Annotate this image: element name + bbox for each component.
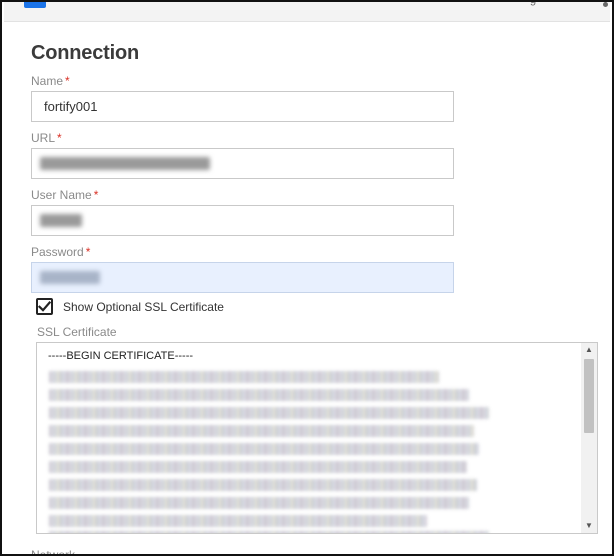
redacted-certificate-line [49, 479, 477, 491]
redacted-password-value [40, 271, 100, 284]
redacted-certificate-line [49, 371, 439, 383]
url-label: URL * [31, 131, 62, 145]
dialog-frame: g Connection Name * fortify001 URL * User … [0, 0, 614, 556]
required-marker: * [85, 245, 91, 259]
top-bar: g [4, 2, 610, 22]
redacted-certificate-line [49, 515, 427, 527]
certificate-first-line: -----BEGIN CERTIFICATE----- [48, 350, 194, 362]
redacted-certificate-line [49, 407, 489, 419]
ssl-checkbox-label[interactable]: Show Optional SSL Certificate [63, 300, 224, 314]
redacted-certificate-line [49, 389, 469, 401]
redacted-certificate-line [49, 461, 467, 473]
redacted-username-value [40, 214, 82, 227]
redacted-certificate-line [49, 497, 469, 509]
name-input[interactable]: fortify001 [31, 91, 454, 122]
triangle-up-icon[interactable]: ▲ [581, 343, 597, 357]
top-bar-text-fragment: g [530, 0, 537, 6]
required-marker: * [65, 74, 70, 88]
redacted-certificate-line [49, 443, 479, 455]
password-label-text: Password [31, 245, 84, 259]
section-title: Connection [31, 42, 139, 64]
redacted-certificate-line [49, 425, 474, 437]
username-label-text: User Name [31, 188, 92, 202]
ssl-certificate-label: SSL Certificate [37, 325, 117, 339]
network-section-label: Network [31, 548, 76, 556]
brand-mark [24, 2, 46, 8]
ssl-certificate-textarea[interactable]: -----BEGIN CERTIFICATE----- ▲ ▼ [36, 342, 598, 534]
redacted-url-value [40, 157, 210, 170]
name-input-value: fortify001 [44, 99, 98, 114]
name-label-text: Name [31, 74, 64, 88]
ssl-checkbox[interactable] [36, 298, 53, 315]
url-input[interactable] [31, 148, 454, 179]
scrollbar-thumb[interactable] [584, 359, 594, 433]
username-input[interactable] [31, 205, 454, 236]
check-icon [38, 301, 51, 312]
more-icon[interactable] [603, 2, 608, 7]
url-label-text: URL [31, 131, 56, 145]
required-marker: * [93, 188, 99, 202]
password-input[interactable] [31, 262, 454, 293]
required-marker: * [57, 131, 62, 145]
triangle-down-icon[interactable]: ▼ [581, 519, 597, 533]
name-label: Name * [31, 74, 70, 88]
password-label: Password * [31, 245, 90, 259]
username-label: User Name * [31, 188, 98, 202]
textarea-scrollbar[interactable]: ▲ ▼ [581, 343, 597, 533]
redacted-certificate-line [49, 531, 489, 533]
